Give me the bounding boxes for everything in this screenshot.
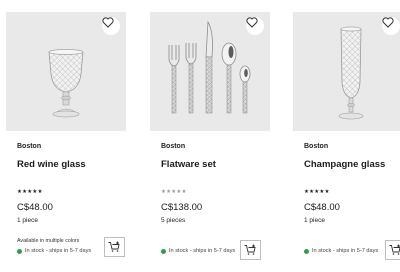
cart-plus-icon (389, 244, 400, 255)
in-stock-dot-icon (304, 248, 309, 254)
product-image[interactable] (293, 12, 400, 131)
product-brand: Boston (17, 143, 42, 150)
product-price: C$48.00 (17, 202, 53, 213)
product-quantity: 1 piece (17, 217, 38, 224)
in-stock-dot-icon (17, 248, 22, 254)
add-to-cart-button[interactable] (240, 240, 261, 260)
cart-plus-icon (244, 244, 256, 255)
favorite-heart-icon[interactable] (382, 17, 400, 35)
stock-text: In stock - ships in 5-7 days (25, 248, 92, 254)
add-to-cart-button[interactable] (385, 240, 400, 260)
product-brand: Boston (161, 143, 186, 150)
stock-status: In stock - ships in 5-7 days (17, 248, 91, 254)
favorite-heart-icon[interactable] (246, 17, 264, 35)
product-name[interactable]: Flatware set (161, 159, 216, 170)
cart-plus-icon (108, 241, 120, 252)
product-card[interactable]: Boston Flatware set ★★★★★ C$138.00 5 pie… (150, 12, 270, 262)
in-stock-dot-icon (161, 248, 166, 254)
product-card[interactable]: Boston Red wine glass ★★★★★ C$48.00 1 pi… (6, 12, 126, 262)
product-brand: Boston (304, 143, 329, 150)
rating-stars: ★★★★★ (304, 189, 330, 195)
stock-text: In stock - ships in 5-7 days (169, 248, 236, 254)
rating-stars: ★★★★★ (161, 189, 187, 195)
stock-status: In stock - ships in 5-7 days (161, 248, 235, 254)
favorite-heart-icon[interactable] (102, 17, 120, 35)
product-card[interactable]: Boston Champagne glass ★★★★★ C$48.00 1 p… (293, 12, 400, 262)
product-price: C$138.00 (161, 202, 203, 213)
stock-status: In stock - ships in 5-7 days (304, 248, 378, 254)
product-image[interactable] (6, 12, 126, 131)
product-name[interactable]: Champagne glass (304, 159, 385, 170)
add-to-cart-button[interactable] (104, 237, 125, 257)
rating-stars: ★★★★★ (17, 189, 43, 195)
product-image[interactable] (150, 12, 270, 131)
product-price: C$48.00 (304, 202, 340, 213)
stock-text: In stock - ships in 5-7 days (312, 248, 379, 254)
product-name[interactable]: Red wine glass (17, 159, 86, 170)
product-quantity: 5 pieces (161, 217, 186, 224)
product-quantity: 1 piece (304, 217, 325, 224)
variants-note: Available in multiple colors (17, 238, 80, 244)
